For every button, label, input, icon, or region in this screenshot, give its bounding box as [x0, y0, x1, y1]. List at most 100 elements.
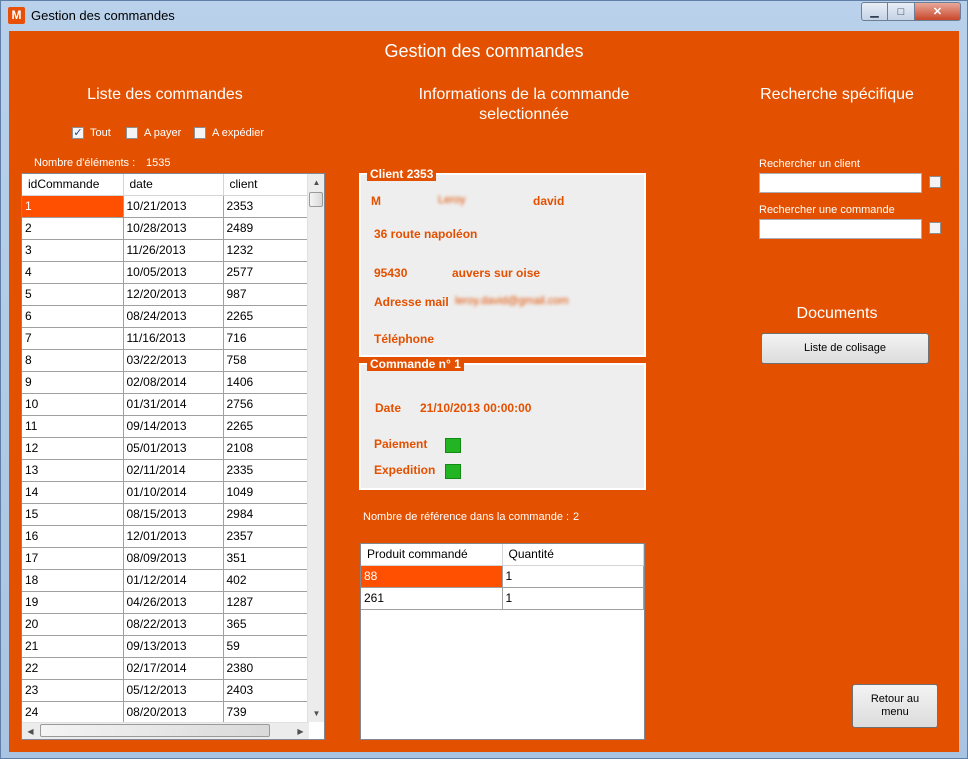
- table-row[interactable]: 8 03/22/2013 758: [22, 349, 308, 372]
- client-search-input[interactable]: [759, 173, 922, 193]
- table-cell[interactable]: 2265: [223, 415, 308, 438]
- table-row[interactable]: 22 02/17/2014 2380: [22, 657, 308, 680]
- table-row[interactable]: 3 11/26/2013 1232: [22, 239, 308, 262]
- table-cell[interactable]: 987: [223, 283, 308, 306]
- scroll-right-icon[interactable]: ▶: [292, 723, 309, 739]
- table-cell[interactable]: 88: [361, 565, 503, 588]
- scroll-thumb[interactable]: [309, 192, 323, 207]
- table-row[interactable]: 14 01/10/2014 1049: [22, 481, 308, 504]
- table-cell[interactable]: 24: [22, 701, 124, 724]
- table-cell[interactable]: 10: [22, 393, 124, 416]
- table-cell[interactable]: 11/16/2013: [123, 327, 224, 350]
- table-cell[interactable]: 1: [502, 565, 644, 588]
- table-cell[interactable]: 21: [22, 635, 124, 658]
- table-cell[interactable]: 08/22/2013: [123, 613, 224, 636]
- table-cell[interactable]: 2108: [223, 437, 308, 460]
- scroll-up-icon[interactable]: ▲: [308, 174, 324, 191]
- table-cell[interactable]: 5: [22, 283, 124, 306]
- table-cell[interactable]: 9: [22, 371, 124, 394]
- table-row[interactable]: 20 08/22/2013 365: [22, 613, 308, 636]
- table-cell[interactable]: 10/05/2013: [123, 261, 224, 284]
- table-cell[interactable]: 1232: [223, 239, 308, 262]
- table-row[interactable]: 11 09/14/2013 2265: [22, 415, 308, 438]
- table-cell[interactable]: 261: [361, 587, 503, 610]
- table-cell[interactable]: 14: [22, 481, 124, 504]
- table-cell[interactable]: 20: [22, 613, 124, 636]
- back-to-menu-button[interactable]: Retour au menu: [852, 684, 938, 728]
- table-cell[interactable]: 8: [22, 349, 124, 372]
- table-cell[interactable]: 2380: [223, 657, 308, 680]
- table-cell[interactable]: 59: [223, 635, 308, 658]
- table-cell[interactable]: 03/22/2013: [123, 349, 224, 372]
- table-cell[interactable]: 1287: [223, 591, 308, 614]
- orders-horizontal-scrollbar[interactable]: ◀ ▶: [22, 722, 309, 739]
- table-cell[interactable]: 2357: [223, 525, 308, 548]
- table-cell[interactable]: 2265: [223, 305, 308, 328]
- table-row[interactable]: 7 11/16/2013 716: [22, 327, 308, 350]
- minimize-button[interactable]: ▁: [861, 2, 888, 21]
- table-cell[interactable]: 02/17/2014: [123, 657, 224, 680]
- table-cell[interactable]: 10/21/2013: [123, 195, 224, 218]
- table-cell[interactable]: 12/20/2013: [123, 283, 224, 306]
- table-cell[interactable]: 7: [22, 327, 124, 350]
- table-cell[interactable]: 17: [22, 547, 124, 570]
- table-cell[interactable]: 12/01/2013: [123, 525, 224, 548]
- table-cell[interactable]: 2335: [223, 459, 308, 482]
- table-cell[interactable]: 1: [22, 195, 124, 218]
- table-cell[interactable]: 3: [22, 239, 124, 262]
- filter-to-ship-checkbox[interactable]: A expédier: [194, 127, 264, 139]
- table-cell[interactable]: 716: [223, 327, 308, 350]
- table-cell[interactable]: 05/12/2013: [123, 679, 224, 702]
- table-row[interactable]: 19 04/26/2013 1287: [22, 591, 308, 614]
- scroll-down-icon[interactable]: ▼: [308, 705, 324, 722]
- table-cell[interactable]: 08/20/2013: [123, 701, 224, 724]
- scroll-left-icon[interactable]: ◀: [22, 723, 39, 739]
- order-search-input[interactable]: [759, 219, 922, 239]
- table-cell[interactable]: 11: [22, 415, 124, 438]
- table-cell[interactable]: 739: [223, 701, 308, 724]
- table-cell[interactable]: 4: [22, 261, 124, 284]
- table-cell[interactable]: 01/10/2014: [123, 481, 224, 504]
- table-row[interactable]: 12 05/01/2013 2108: [22, 437, 308, 460]
- filter-to-pay-checkbox[interactable]: A payer: [126, 127, 181, 139]
- table-cell[interactable]: 01/12/2014: [123, 569, 224, 592]
- table-row[interactable]: 18 01/12/2014 402: [22, 569, 308, 592]
- table-cell[interactable]: 16: [22, 525, 124, 548]
- column-header-product[interactable]: Produit commandé: [361, 544, 503, 566]
- table-cell[interactable]: 11/26/2013: [123, 239, 224, 262]
- table-row[interactable]: 261 1: [361, 587, 644, 610]
- table-row[interactable]: 10 01/31/2014 2756: [22, 393, 308, 416]
- close-button[interactable]: ✕: [915, 2, 961, 21]
- products-grid[interactable]: Produit commandé Quantité 88 1 261 1: [360, 543, 645, 740]
- table-row[interactable]: 88 1: [361, 565, 644, 588]
- table-row[interactable]: 6 08/24/2013 2265: [22, 305, 308, 328]
- table-cell[interactable]: 2403: [223, 679, 308, 702]
- table-row[interactable]: 4 10/05/2013 2577: [22, 261, 308, 284]
- table-cell[interactable]: 04/26/2013: [123, 591, 224, 614]
- table-cell[interactable]: 2353: [223, 195, 308, 218]
- table-row[interactable]: 2 10/28/2013 2489: [22, 217, 308, 240]
- table-cell[interactable]: 22: [22, 657, 124, 680]
- table-cell[interactable]: 12: [22, 437, 124, 460]
- maximize-button[interactable]: □: [888, 2, 915, 21]
- column-header-quantity[interactable]: Quantité: [502, 544, 644, 566]
- table-cell[interactable]: 758: [223, 349, 308, 372]
- table-row[interactable]: 1 10/21/2013 2353: [22, 195, 308, 218]
- filter-all-checkbox[interactable]: ✓ Tout: [72, 127, 111, 139]
- table-cell[interactable]: 15: [22, 503, 124, 526]
- table-cell[interactable]: 2489: [223, 217, 308, 240]
- table-cell[interactable]: 402: [223, 569, 308, 592]
- table-cell[interactable]: 1: [502, 587, 644, 610]
- table-row[interactable]: 17 08/09/2013 351: [22, 547, 308, 570]
- column-header-idcommande[interactable]: idCommande: [22, 174, 124, 196]
- column-header-client[interactable]: client: [223, 174, 308, 196]
- table-row[interactable]: 5 12/20/2013 987: [22, 283, 308, 306]
- table-cell[interactable]: 351: [223, 547, 308, 570]
- table-cell[interactable]: 2756: [223, 393, 308, 416]
- table-cell[interactable]: 2984: [223, 503, 308, 526]
- table-cell[interactable]: 23: [22, 679, 124, 702]
- table-cell[interactable]: 19: [22, 591, 124, 614]
- table-cell[interactable]: 08/24/2013: [123, 305, 224, 328]
- table-cell[interactable]: 08/09/2013: [123, 547, 224, 570]
- table-cell[interactable]: 1406: [223, 371, 308, 394]
